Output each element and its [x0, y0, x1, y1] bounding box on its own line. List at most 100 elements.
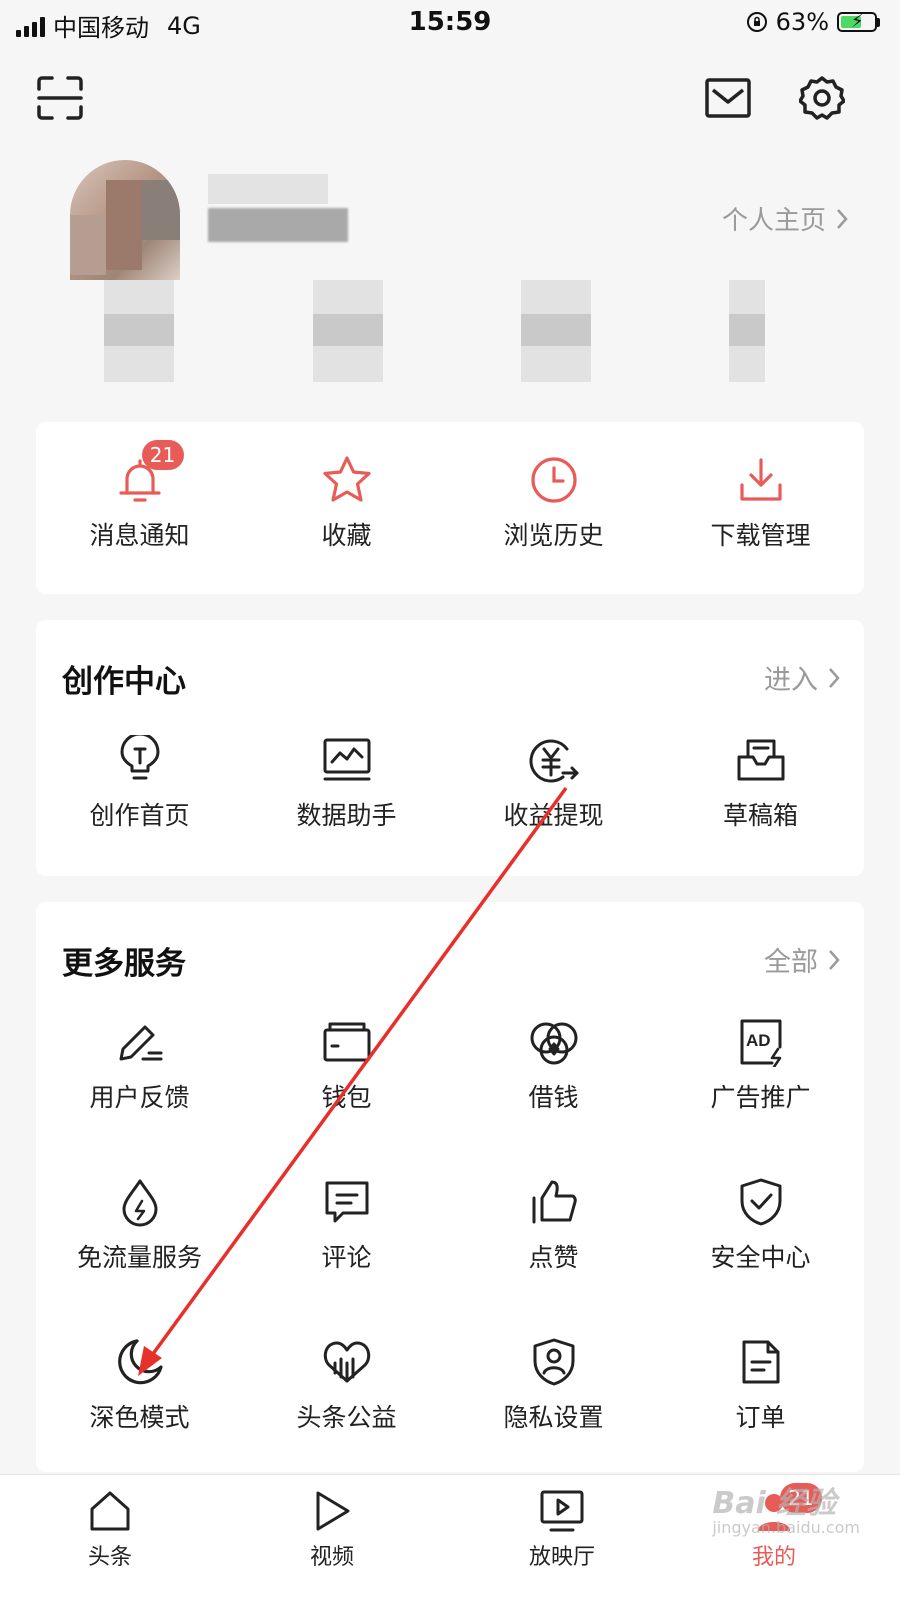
service-comments[interactable]: 评论: [243, 1174, 450, 1274]
username-blur-top: [208, 174, 328, 204]
earnings-withdraw[interactable]: 收益提现: [450, 732, 657, 832]
mail-button[interactable]: [700, 70, 756, 126]
settings-button[interactable]: [794, 70, 850, 126]
service-label: 用户反馈: [89, 1083, 190, 1112]
wallet-icon: [319, 1014, 375, 1070]
chart-icon: [319, 732, 375, 788]
battery-percent: 63%: [775, 8, 829, 36]
creator-center-card: 创作中心 进入 创作首页 数据助手 收益提现 草稿箱: [36, 620, 864, 876]
service-likes[interactable]: 点赞: [450, 1174, 657, 1274]
mail-icon: [705, 78, 751, 118]
scan-button[interactable]: [32, 70, 88, 126]
orientation-lock-icon: [746, 12, 767, 32]
svg-text:AD: AD: [746, 1031, 771, 1050]
creator-item-label: 草稿箱: [722, 801, 798, 830]
comment-icon: [319, 1174, 375, 1230]
service-label: 评论: [321, 1243, 372, 1272]
tab-video[interactable]: 视频: [272, 1487, 392, 1571]
homepage-link[interactable]: 个人主页: [722, 200, 848, 237]
tab-theater[interactable]: 放映厅: [502, 1487, 622, 1571]
stat-blurred[interactable]: [521, 280, 591, 382]
creator-item-label: 创作首页: [89, 801, 190, 830]
stat-blurred[interactable]: [729, 280, 765, 382]
chevron-right-icon: [829, 949, 840, 970]
creator-item-label: 数据助手: [296, 801, 397, 830]
tab-label: 头条: [87, 1545, 132, 1570]
service-label: 广告推广: [710, 1083, 811, 1112]
ad-icon: AD: [733, 1014, 789, 1070]
watermark: Bai 经验 jingyan.baidu.com: [712, 1478, 860, 1537]
home-icon: [50, 1487, 170, 1535]
quick-actions-card: 21 消息通知 收藏 浏览历史 下载管理: [36, 422, 864, 594]
more-services-all[interactable]: 全部: [764, 940, 840, 979]
shield-check-icon: [733, 1174, 789, 1230]
drop-icon: [112, 1174, 168, 1230]
gear-icon: [799, 76, 845, 120]
service-security[interactable]: 安全中心: [657, 1174, 864, 1274]
more-services-title: 更多服务: [62, 946, 186, 982]
quick-action-favorites[interactable]: 收藏: [243, 452, 450, 552]
lightbulb-icon: [112, 732, 168, 788]
service-label: 深色模式: [89, 1403, 190, 1432]
service-wallet[interactable]: 钱包: [243, 1014, 450, 1114]
drafts-icon: [733, 732, 789, 788]
clock-icon: [526, 452, 582, 508]
creator-item-label: 收益提现: [503, 801, 604, 830]
battery-cap: [877, 17, 880, 27]
tab-label: 视频: [309, 1545, 354, 1570]
more-services-card: 更多服务 全部 用户反馈 钱包 借钱 AD 广告推广 免流量服务 评论 点赞 安…: [36, 902, 864, 1472]
status-bar: 中国移动 4G 15:59 63% ⚡: [0, 0, 900, 46]
scan-icon: [37, 76, 83, 120]
avatar[interactable]: [70, 160, 180, 280]
tab-headlines[interactable]: 头条: [50, 1487, 170, 1571]
stat-blurred[interactable]: [313, 280, 383, 382]
homepage-link-label: 个人主页: [721, 206, 826, 236]
quick-action-history[interactable]: 浏览历史: [450, 452, 657, 552]
quick-action-label: 收藏: [321, 521, 372, 550]
chevron-right-icon: [829, 667, 840, 688]
top-toolbar: [0, 70, 900, 130]
quick-action-notifications[interactable]: 21 消息通知: [36, 440, 243, 552]
creator-center-title: 创作中心: [62, 664, 186, 700]
tab-label: 放映厅: [528, 1545, 595, 1570]
notification-badge: 21: [141, 440, 184, 470]
status-right: 63% ⚡: [746, 8, 880, 36]
battery-icon: ⚡: [837, 11, 877, 32]
star-icon: [319, 452, 375, 508]
loan-icon: [526, 1014, 582, 1070]
service-label: 安全中心: [710, 1243, 811, 1272]
service-label: 借钱: [528, 1083, 579, 1112]
drafts-box[interactable]: 草稿箱: [657, 732, 864, 832]
thumbs-up-icon: [526, 1174, 582, 1230]
service-feedback[interactable]: 用户反馈: [36, 1014, 243, 1114]
service-loan[interactable]: 借钱: [450, 1014, 657, 1114]
service-dark-mode[interactable]: 深色模式: [36, 1334, 243, 1434]
privacy-shield-icon: [526, 1334, 582, 1390]
service-free-data[interactable]: 免流量服务: [36, 1174, 243, 1274]
download-icon: [733, 452, 789, 508]
watermark-text: Bai 经验: [712, 1486, 837, 1521]
creator-home[interactable]: 创作首页: [36, 732, 243, 832]
stat-blurred[interactable]: [104, 280, 174, 382]
service-label: 免流量服务: [76, 1243, 202, 1272]
service-label: 订单: [735, 1403, 786, 1432]
service-charity[interactable]: 头条公益: [243, 1334, 450, 1434]
order-icon: [733, 1334, 789, 1390]
service-orders[interactable]: 订单: [657, 1334, 864, 1434]
creator-center-enter[interactable]: 进入: [764, 658, 840, 697]
quick-action-downloads[interactable]: 下载管理: [657, 452, 864, 552]
data-assistant[interactable]: 数据助手: [243, 732, 450, 832]
quick-action-label: 消息通知: [89, 521, 190, 550]
chevron-right-icon: [837, 208, 848, 229]
quick-action-label: 下载管理: [710, 521, 811, 550]
service-label: 点赞: [528, 1243, 579, 1272]
enter-label: 进入: [764, 665, 818, 696]
play-icon: [272, 1487, 392, 1535]
all-label: 全部: [764, 947, 818, 978]
service-label: 头条公益: [296, 1403, 397, 1432]
charity-icon: [319, 1334, 375, 1390]
service-privacy[interactable]: 隐私设置: [450, 1334, 657, 1434]
charging-icon: ⚡: [851, 11, 864, 32]
profile-section: 个人主页: [36, 160, 864, 420]
service-ads[interactable]: AD 广告推广: [657, 1014, 864, 1114]
